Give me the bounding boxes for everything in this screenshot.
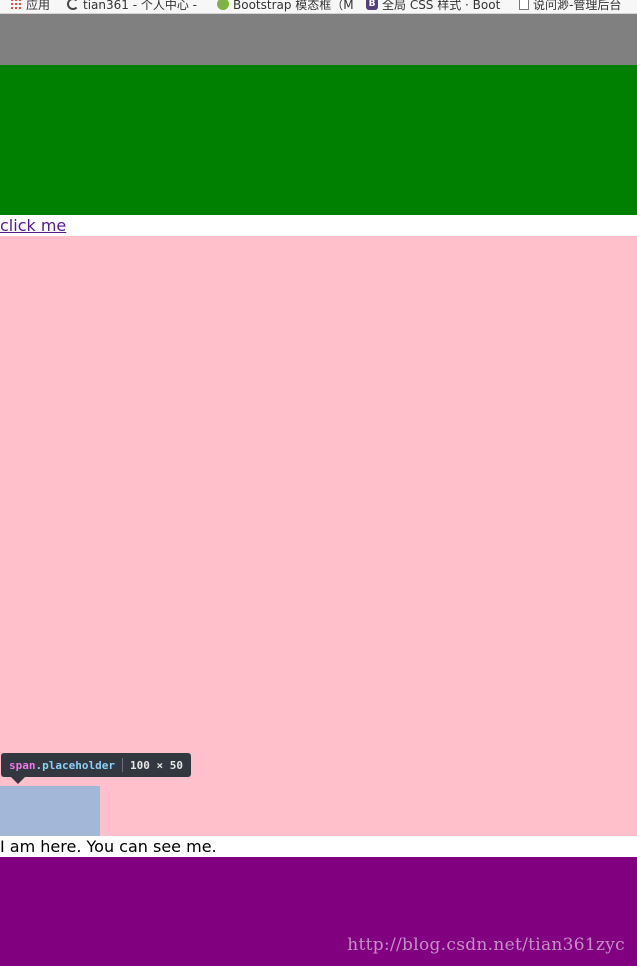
tooltip-class: .placeholder [35, 758, 115, 772]
bookmark-bootstrap-css[interactable]: B 全局 CSS 样式 · Boot [366, 0, 500, 12]
bookmark-label: tian361 - 个人中心 - [83, 0, 198, 12]
devtools-inspect-tooltip: span .placeholder 100 × 50 [1, 753, 191, 784]
pink-block [0, 236, 637, 836]
click-me-link[interactable]: click me [0, 215, 66, 236]
tooltip-size: 100 × 50 [129, 758, 183, 772]
bookmark-label: 应用 [26, 0, 51, 12]
gray-block [0, 14, 637, 65]
bookmark-label: 全局 CSS 样式 · Boot [382, 0, 501, 12]
tooltip-tag: span [9, 758, 36, 772]
placeholder-span [0, 786, 100, 836]
tooltip-separator [121, 758, 123, 772]
green-block [0, 65, 637, 215]
watermark: http://blog.csdn.net/tian361zyc [347, 935, 625, 955]
message-text: I am here. You can see me. [0, 837, 217, 856]
bookmark-label: 说问渺-管理后台 [533, 0, 622, 12]
bookmark-label: Bootstrap 模态框（M [233, 0, 354, 12]
tooltip-arrow [11, 777, 25, 784]
page-icon [519, 0, 529, 10]
bookmarks-bar: 应用 tian361 - 个人中心 - Bootstrap 模态框（M B 全局… [0, 0, 637, 14]
refresh-icon [67, 0, 79, 10]
apps-grid-icon [10, 0, 22, 10]
bookmark-bootstrap-modal[interactable]: Bootstrap 模态框（M [217, 0, 354, 12]
bookmark-apps[interactable]: 应用 [10, 0, 50, 12]
bookmark-admin[interactable]: 说问渺-管理后台 [519, 0, 621, 12]
bookmark-tian361[interactable]: tian361 - 个人中心 - [67, 0, 197, 12]
bootstrap-b-icon: B [366, 0, 378, 10]
leaf-icon [217, 0, 229, 10]
